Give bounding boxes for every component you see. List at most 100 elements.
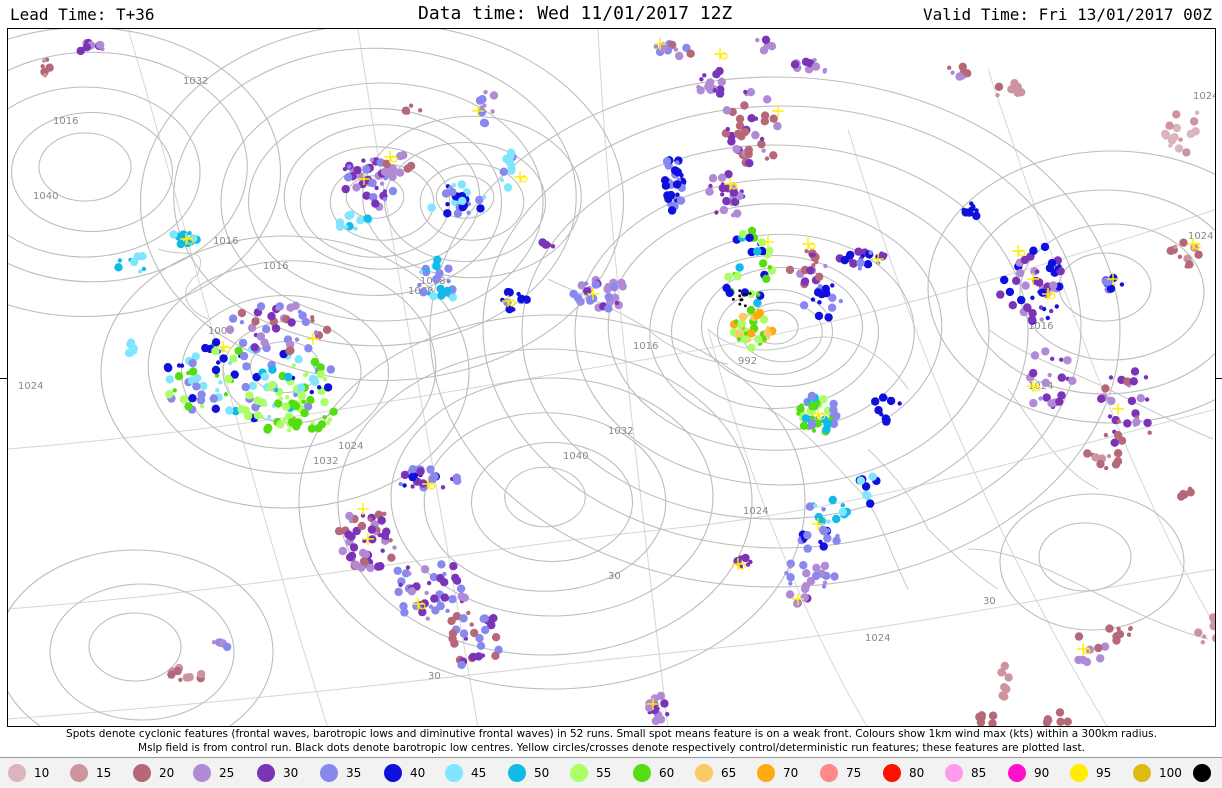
- feature-spot: [547, 242, 552, 248]
- feature-spot: [223, 392, 229, 397]
- feature-spot: [387, 553, 396, 562]
- feature-spot: [793, 599, 802, 608]
- feature-spot: [725, 288, 734, 298]
- feature-spot: [165, 375, 174, 384]
- legend-label: 10: [34, 766, 50, 780]
- feature-spot: [745, 159, 754, 168]
- feature-spot: [449, 562, 458, 571]
- feature-spot: [822, 580, 828, 585]
- feature-spot: [251, 317, 260, 326]
- feature-spot: [76, 46, 85, 56]
- feature-spot: [440, 485, 446, 490]
- feature-spot: [262, 325, 271, 334]
- feature-spot: [124, 348, 134, 358]
- feature-spot: [425, 268, 430, 273]
- feature-spot: [458, 196, 467, 206]
- feature-spot: [573, 293, 583, 303]
- feature-spot: [506, 152, 515, 161]
- feature-spot: [342, 166, 348, 172]
- feature-spot: [242, 362, 251, 371]
- feature-spot: [763, 95, 772, 104]
- feature-spot: [407, 571, 412, 576]
- feature-spot: [425, 616, 430, 621]
- feature-spot: [1106, 453, 1112, 459]
- feature-spot: [676, 196, 686, 205]
- feature-spot: [443, 286, 452, 296]
- feature-spot: [823, 263, 828, 269]
- feature-spot: [349, 543, 359, 552]
- feature-spot: [972, 211, 981, 221]
- feature-spot: [281, 402, 291, 411]
- feature-spot: [287, 318, 296, 327]
- feature-spot: [362, 165, 371, 174]
- feature-spot: [445, 202, 450, 207]
- feature-spot: [380, 167, 390, 176]
- feature-spot: [818, 525, 828, 535]
- feature-spot: [1111, 460, 1121, 469]
- feature-spot: [738, 289, 742, 292]
- isobar-label: 1032: [608, 426, 633, 437]
- feature-spot: [665, 712, 670, 717]
- edge-tick-right: [1216, 378, 1222, 379]
- feature-spot: [856, 258, 865, 268]
- legend-swatch: [883, 764, 901, 782]
- deterministic-cross: [714, 48, 726, 60]
- feature-spot: [138, 252, 147, 261]
- feature-spot: [814, 512, 823, 522]
- feature-spot: [275, 306, 280, 311]
- isobar-label: 1024: [743, 506, 768, 517]
- feature-spot: [132, 349, 138, 354]
- feature-spot: [267, 312, 276, 321]
- legend-swatch: [695, 764, 713, 782]
- feature-spot: [746, 88, 756, 97]
- feature-spot: [419, 288, 428, 297]
- feature-spot: [802, 569, 811, 578]
- map-panel: 1032104010161016100810081000102410321040…: [7, 28, 1216, 727]
- legend-item: 50: [508, 762, 549, 784]
- feature-spot: [380, 548, 385, 553]
- feature-spot: [268, 365, 277, 374]
- feature-spot: [838, 507, 847, 517]
- feature-spot: [178, 677, 183, 682]
- feature-spot: [416, 467, 425, 476]
- legend-label: 20: [159, 766, 175, 780]
- feature-spot: [443, 209, 452, 218]
- feature-spot: [722, 106, 732, 115]
- feature-spot: [469, 622, 474, 627]
- feature-spot: [1143, 418, 1152, 428]
- feature-spot: [308, 374, 318, 384]
- feature-spot: [450, 639, 459, 648]
- feature-spot: [661, 181, 671, 190]
- feature-spot: [897, 401, 902, 406]
- feature-spot: [1110, 438, 1119, 447]
- feature-spot: [675, 51, 684, 61]
- feature-spot: [1038, 305, 1044, 310]
- feature-spot: [868, 472, 877, 481]
- feature-spot: [400, 608, 409, 617]
- feature-spot: [614, 300, 620, 306]
- feature-spot: [322, 325, 332, 334]
- feature-spot: [1054, 265, 1060, 270]
- feature-spot: [1063, 717, 1072, 726]
- feature-spot: [742, 292, 746, 296]
- feature-spot: [1096, 459, 1105, 469]
- feature-spot: [958, 62, 967, 71]
- feature-spot: [740, 127, 750, 137]
- feature-spot: [451, 182, 457, 188]
- feature-spot: [995, 93, 1000, 98]
- feature-spot: [1023, 303, 1032, 312]
- feature-spot: [394, 587, 403, 597]
- feature-spot: [215, 388, 220, 393]
- feature-spot: [245, 391, 254, 400]
- feature-spot: [1097, 394, 1106, 403]
- feature-spot: [452, 473, 461, 482]
- feature-spot: [338, 546, 347, 556]
- legend-item: 35: [320, 762, 361, 784]
- feature-spot: [379, 181, 385, 186]
- feature-spot: [264, 342, 270, 347]
- feature-spot: [720, 192, 725, 197]
- feature-spot: [441, 189, 451, 198]
- feature-spot: [344, 173, 353, 182]
- feature-spot: [550, 244, 556, 249]
- feature-spot: [808, 402, 817, 411]
